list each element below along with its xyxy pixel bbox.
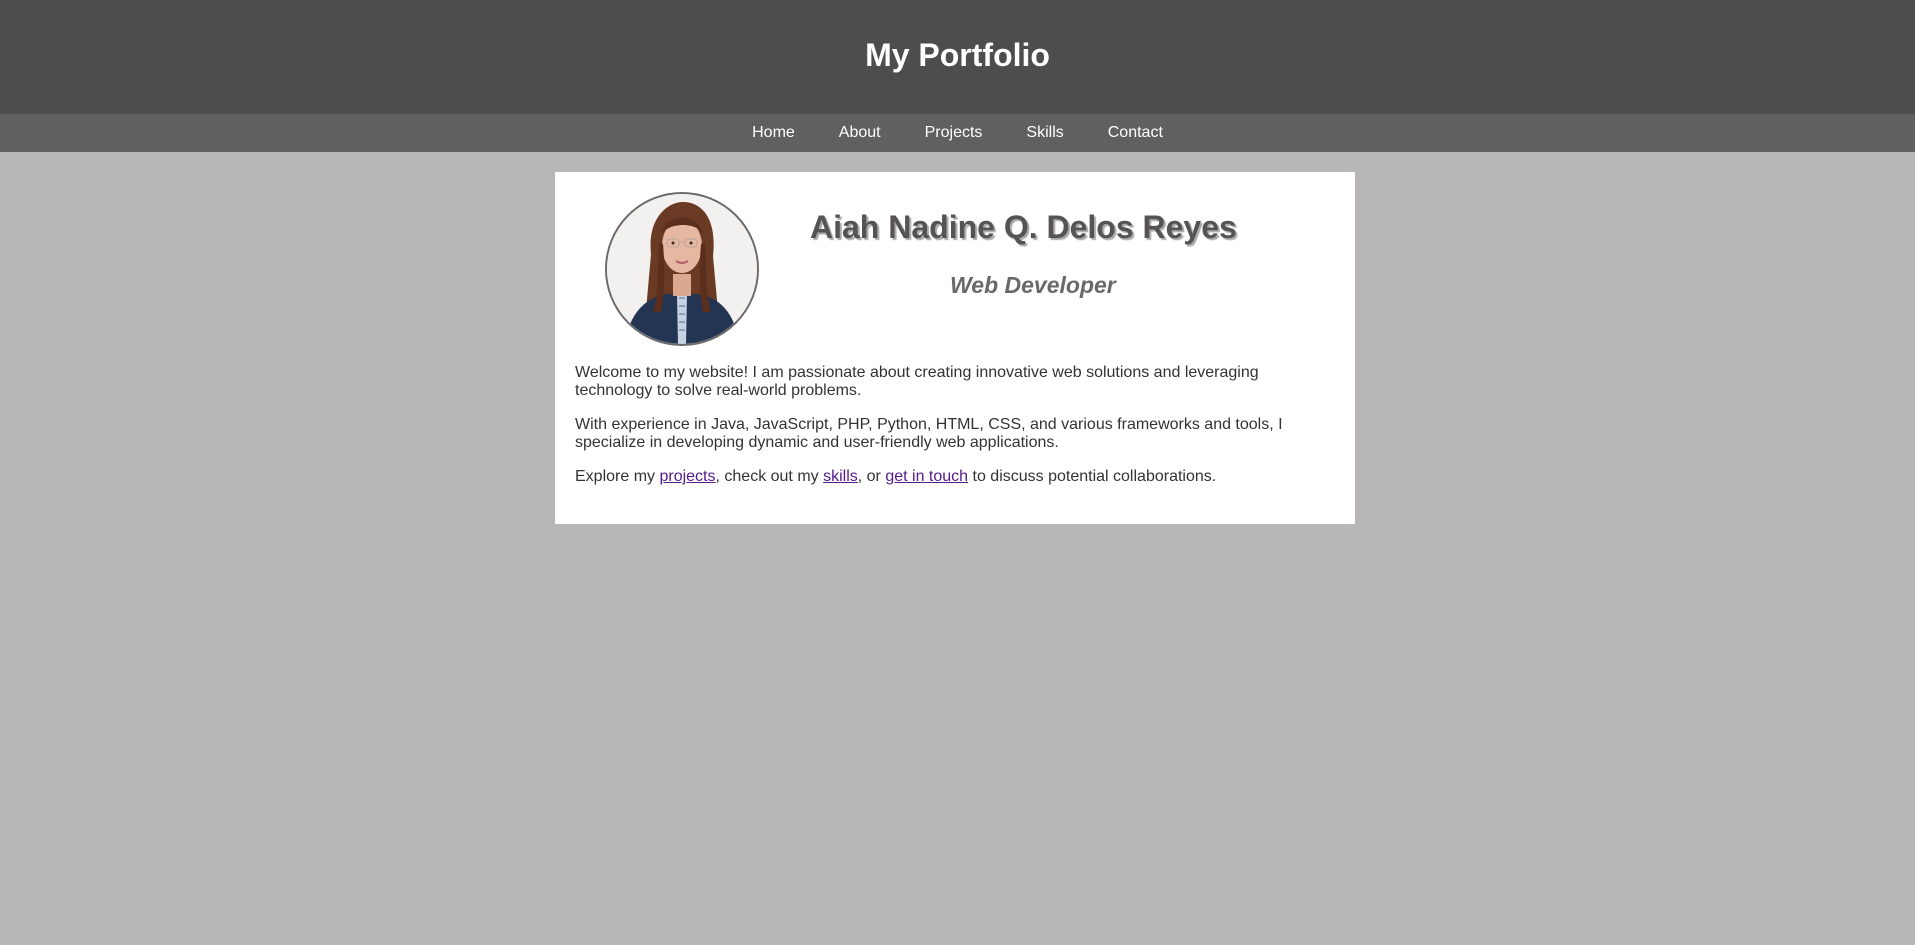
- contact-link[interactable]: get in touch: [885, 468, 968, 485]
- bio-section: Welcome to my website! I am passionate a…: [575, 364, 1335, 502]
- site-header: My Portfolio: [0, 0, 1915, 114]
- nav-link-contact[interactable]: Contact: [1108, 124, 1163, 142]
- cta-text-suffix: to discuss potential collaborations.: [968, 468, 1217, 485]
- nav-link-about[interactable]: About: [839, 124, 881, 142]
- cta-text-prefix: Explore my: [575, 468, 660, 485]
- cta-text-mid2: , or: [857, 468, 886, 485]
- skills-link[interactable]: skills: [823, 468, 858, 485]
- bio-paragraph-cta: Explore my projects, check out my skills…: [575, 468, 1335, 486]
- profile-name: Aiah Nadine Q. Delos Reyes: [810, 209, 1237, 245]
- profile-photo-icon: [607, 194, 757, 344]
- nav-link-projects[interactable]: Projects: [925, 124, 983, 142]
- profile-avatar: [605, 192, 759, 346]
- projects-link[interactable]: projects: [659, 468, 715, 485]
- nav-bar: Home About Projects Skills Contact: [0, 114, 1915, 152]
- bio-paragraph-experience: With experience in Java, JavaScript, PHP…: [575, 416, 1283, 451]
- cta-text-mid1: , check out my: [715, 468, 824, 485]
- site-title: My Portfolio: [865, 36, 1050, 73]
- nav-link-home[interactable]: Home: [752, 124, 795, 142]
- bio-paragraph-intro: Welcome to my website! I am passionate a…: [575, 364, 1259, 399]
- nav-link-skills[interactable]: Skills: [1026, 124, 1063, 142]
- about-card: Aiah Nadine Q. Delos Reyes Web Developer…: [555, 172, 1355, 524]
- profile-role: Web Developer: [950, 272, 1116, 298]
